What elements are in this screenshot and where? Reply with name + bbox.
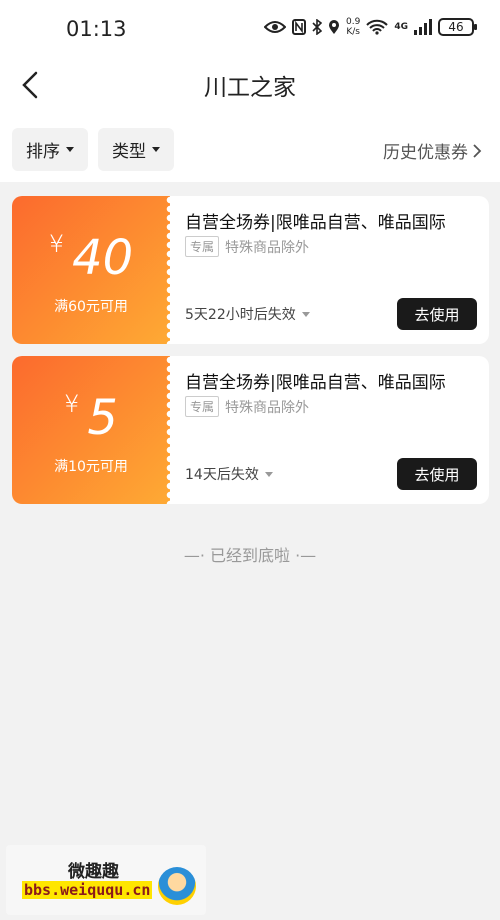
type-label: 类型 <box>112 142 146 162</box>
eye-icon <box>264 21 287 33</box>
use-coupon-button[interactable]: 去使用 <box>397 458 477 490</box>
use-coupon-button[interactable]: 去使用 <box>397 298 477 330</box>
exclusive-tag: 专属 <box>185 236 220 257</box>
wifi-icon <box>366 19 389 35</box>
chevron-right-icon <box>473 143 482 158</box>
status-bar: 01:13 0.9 K/s 4G 46 <box>0 0 500 60</box>
coupon-info: 自营全场券|限唯品自营、唯品国际 专属 特殊商品除外 5天22小时后失效 去使用 <box>185 196 489 344</box>
coupon-card: ¥5 满10元可用 自营全场券|限唯品自营、唯品国际 专属 特殊商品除外 14天… <box>12 356 489 504</box>
battery-icon: 46 <box>438 18 477 36</box>
coupon-note: 特殊商品除外 <box>225 239 310 256</box>
status-time: 01:13 <box>66 17 127 41</box>
coupon-value-panel: ¥5 满10元可用 <box>12 356 174 504</box>
coupon-name: 自营全场券|限唯品自营、唯品国际 <box>185 373 446 393</box>
coupon-condition: 满10元可用 <box>54 459 128 475</box>
coupon-name: 自营全场券|限唯品自营、唯品国际 <box>185 213 446 233</box>
navigation-bar: 川工之家 <box>0 60 500 110</box>
coupon-value-panel: ¥40 满60元可用 <box>12 196 174 344</box>
caret-down-icon <box>152 147 160 152</box>
network-type: 4G <box>394 22 408 32</box>
watermark-url: bbs.weiququ.cn <box>22 881 153 899</box>
sort-label: 排序 <box>26 142 60 162</box>
caret-down-icon <box>301 311 310 317</box>
network-speed: 0.9 K/s <box>346 17 361 37</box>
coupon-tagline: 专属 特殊商品除外 <box>185 396 309 417</box>
caret-down-icon <box>264 471 273 477</box>
coupon-note: 特殊商品除外 <box>225 399 310 416</box>
page-title: 川工之家 <box>204 75 296 101</box>
status-icons: 0.9 K/s 4G 46 <box>264 17 477 37</box>
location-icon <box>329 20 340 34</box>
coupon-card: ¥40 满60元可用 自营全场券|限唯品自营、唯品国际 专属 特殊商品除外 5天… <box>12 196 489 344</box>
coupon-expiry[interactable]: 5天22小时后失效 <box>185 304 310 324</box>
signal-icon <box>414 19 432 35</box>
coupon-info: 自营全场券|限唯品自营、唯品国际 专属 特殊商品除外 14天后失效 去使用 <box>185 356 489 504</box>
coupon-amount: ¥5 <box>64 390 118 446</box>
filter-bar: 排序 类型 历史优惠券 <box>0 128 500 172</box>
coupon-tagline: 专属 特殊商品除外 <box>185 236 309 257</box>
sort-dropdown[interactable]: 排序 <box>12 128 88 171</box>
coupon-amount: ¥40 <box>48 230 134 286</box>
history-label: 历史优惠券 <box>383 143 468 163</box>
coupon-expiry[interactable]: 14天后失效 <box>185 464 273 484</box>
bluetooth-icon <box>312 19 323 35</box>
watermark-title: 微趣趣 <box>68 862 119 882</box>
history-coupons-link[interactable]: 历史优惠券 <box>383 138 482 163</box>
end-of-list-text: —· 已经到底啦 ·— <box>183 546 317 565</box>
watermark-mascot-icon <box>158 867 196 905</box>
exclusive-tag: 专属 <box>185 396 220 417</box>
coupon-condition: 满60元可用 <box>54 299 128 315</box>
watermark: 微趣趣 bbs.weiququ.cn <box>6 845 206 915</box>
caret-down-icon <box>66 147 74 152</box>
nfc-icon <box>292 19 307 35</box>
type-dropdown[interactable]: 类型 <box>98 128 174 171</box>
